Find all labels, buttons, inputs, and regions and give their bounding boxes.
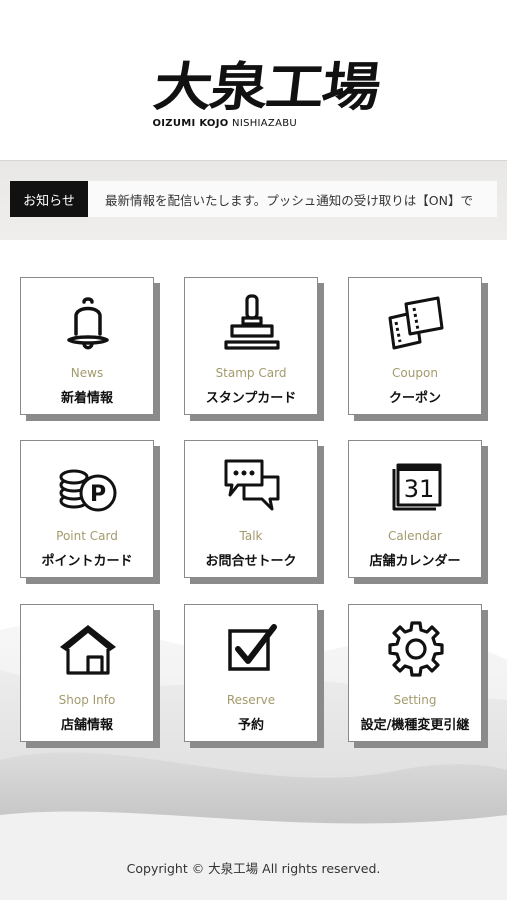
tile-label-jp: ポイントカード [41, 554, 133, 569]
tile-label-en: Stamp Card [215, 366, 287, 380]
tile-label-en: Setting [393, 693, 437, 707]
calendar-icon: 31 [392, 463, 442, 511]
tile-label-jp: お問合せトーク [205, 554, 297, 569]
house-icon [60, 625, 116, 675]
tile-label-jp: 設定/機種変更引継 [360, 718, 470, 733]
logo-subtitle: OIZUMI KOJO NISHIAZABU [152, 117, 298, 129]
news-tag: お知らせ [10, 181, 88, 217]
menu-tile-reserve[interactable]: Reserve 予約 [184, 604, 318, 742]
news-ticker-text: 最新情報を配信いたします。プッシュ通知の受け取りは【ON】で [105, 192, 473, 208]
menu-tile-talk[interactable]: Talk お問合せトーク [184, 440, 318, 578]
tile-label-en: Shop Info [58, 693, 116, 707]
app-header: 大泉工場 OIZUMI KOJO NISHIAZABU [0, 0, 507, 160]
menu-tile-calendar[interactable]: 31 Calendar 店舗カレンダー [348, 440, 482, 578]
chat-bubbles-icon [224, 459, 280, 511]
menu-area: News 新着情報 Stamp Card スタンプカード Coupon クーポン [0, 240, 507, 900]
tile-label-jp: スタンプカード [205, 391, 297, 406]
checkbox-icon [228, 624, 277, 671]
tile-label-jp: クーポン [388, 391, 441, 406]
svg-text:31: 31 [404, 475, 435, 503]
tile-label-en: Reserve [226, 693, 276, 707]
bell-icon [67, 297, 109, 350]
coins-icon: P [59, 469, 117, 512]
tile-label-jp: 店舗カレンダー [369, 554, 461, 569]
logo-wordmark: 大泉工場 [150, 57, 383, 118]
ticket-icon [388, 296, 444, 350]
tile-label-en: Talk [239, 529, 263, 543]
tile-label-jp: 新着情報 [60, 391, 113, 406]
copyright-footer: Copyright © 大泉工場 All rights reserved. [126, 861, 381, 876]
news-ticker[interactable]: お知らせ 最新情報を配信いたします。プッシュ通知の受け取りは【ON】で [10, 181, 497, 217]
tile-label-jp: 店舗情報 [60, 718, 113, 733]
tile-label-en: Coupon [392, 366, 438, 380]
svg-text:P: P [90, 482, 106, 507]
tile-label-en: Calendar [388, 529, 442, 543]
tile-label-en: News [70, 366, 104, 380]
menu-tile-point-card[interactable]: P Point Card ポイントカード [20, 440, 154, 578]
menu-tile-shop-info[interactable]: Shop Info 店舗情報 [20, 604, 154, 742]
menu-tile-stamp-card[interactable]: Stamp Card スタンプカード [184, 277, 318, 415]
news-ticker-band: お知らせ 最新情報を配信いたします。プッシュ通知の受け取りは【ON】で [0, 160, 507, 240]
menu-tile-news[interactable]: News 新着情報 [20, 277, 154, 415]
menu-tile-coupon[interactable]: Coupon クーポン [348, 277, 482, 415]
brand-logo: 大泉工場 OIZUMI KOJO NISHIAZABU [151, 58, 382, 129]
tile-label-en: Point Card [56, 529, 118, 543]
gear-icon [388, 621, 444, 677]
stamp-icon [224, 294, 280, 350]
tile-label-jp: 予約 [237, 718, 264, 733]
menu-tile-setting[interactable]: Setting 設定/機種変更引継 [348, 604, 482, 742]
